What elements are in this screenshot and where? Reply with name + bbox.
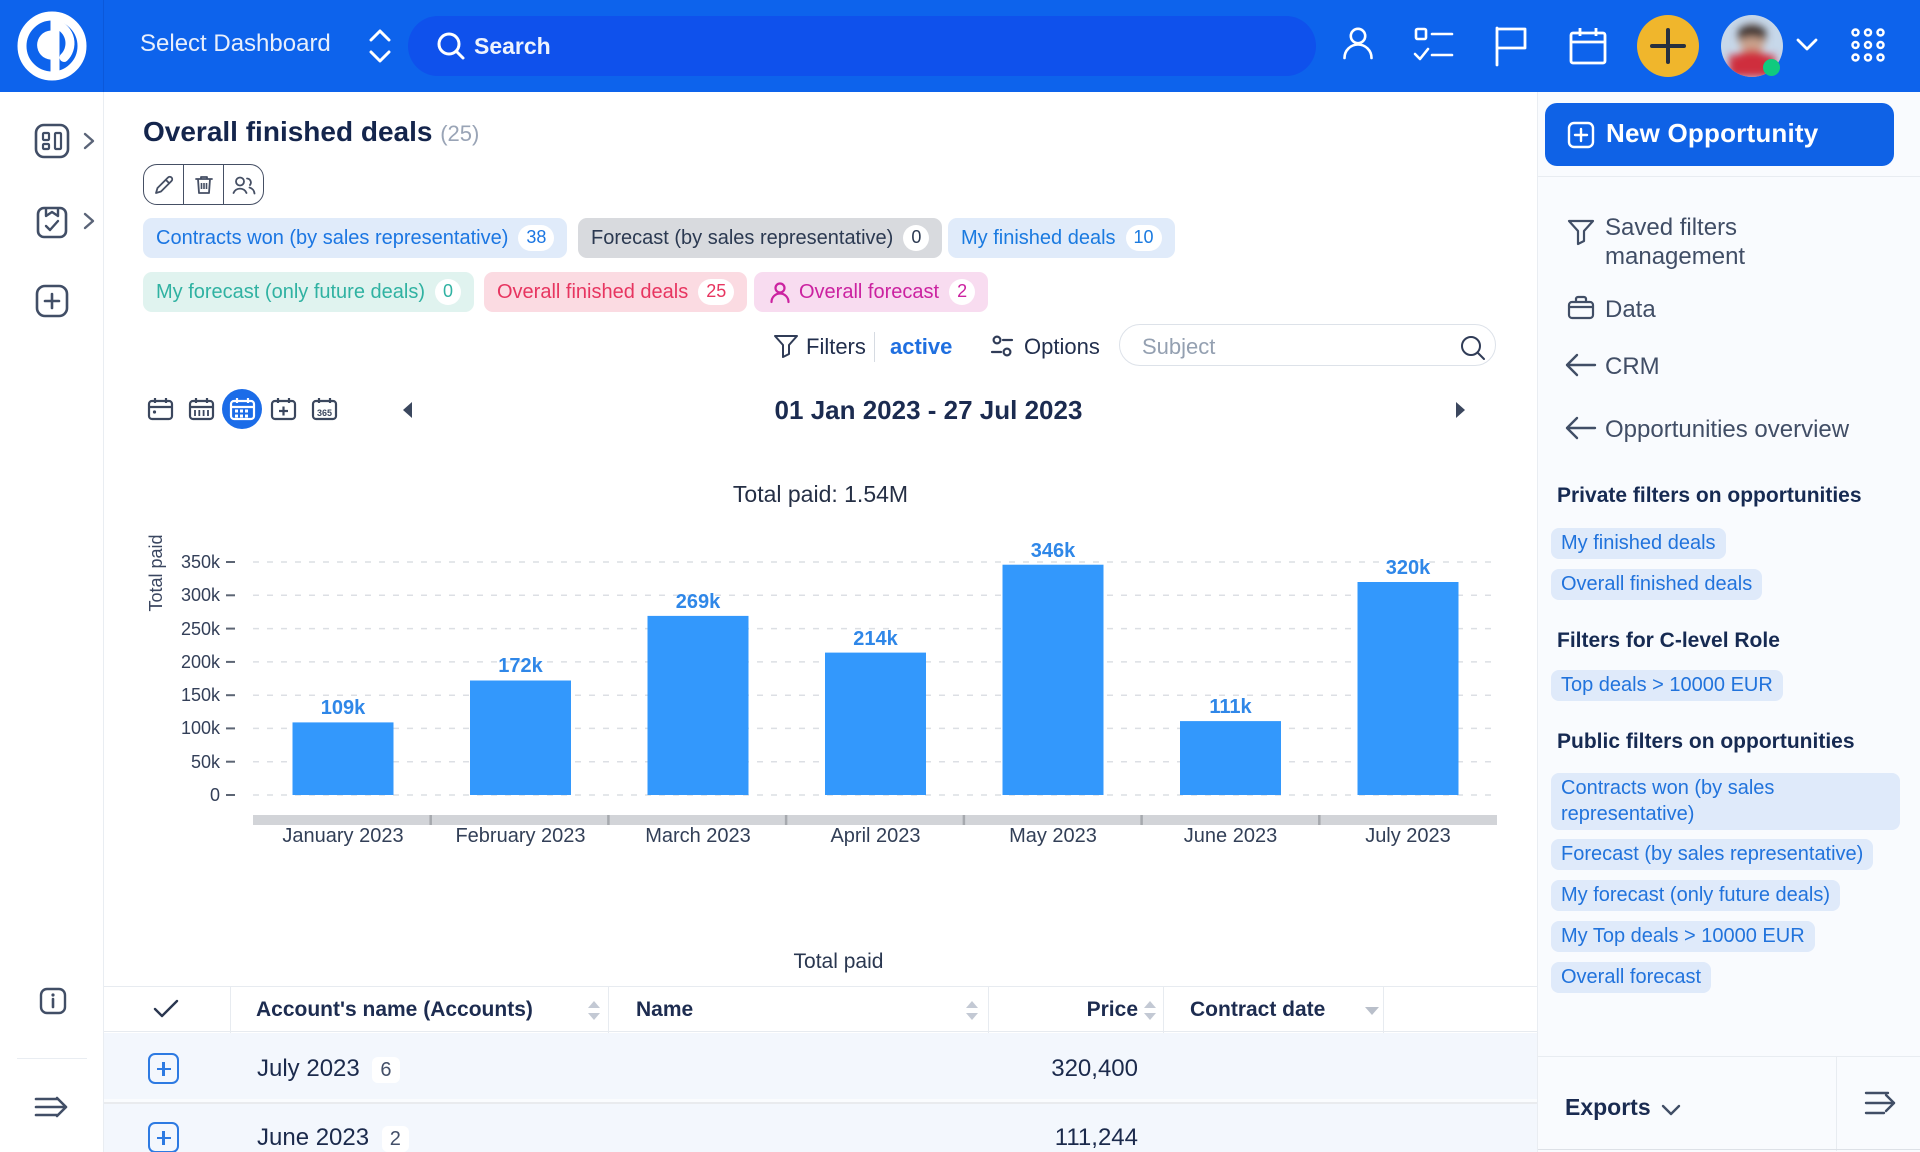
svg-text:January 2023: January 2023 xyxy=(282,825,403,847)
svg-text:350k: 350k xyxy=(181,552,221,572)
svg-text:May 2023: May 2023 xyxy=(1009,825,1097,847)
svg-text:June 2023: June 2023 xyxy=(1184,825,1277,847)
svg-text:50k: 50k xyxy=(191,752,221,772)
svg-text:July 2023: July 2023 xyxy=(1365,825,1451,847)
svg-text:100k: 100k xyxy=(181,718,221,738)
svg-text:111k: 111k xyxy=(1209,696,1252,718)
svg-text:109k: 109k xyxy=(321,697,366,719)
svg-text:March 2023: March 2023 xyxy=(645,825,751,847)
svg-text:300k: 300k xyxy=(181,585,221,605)
svg-text:0: 0 xyxy=(210,785,220,805)
svg-text:172k: 172k xyxy=(498,655,543,677)
svg-text:April 2023: April 2023 xyxy=(830,825,920,847)
svg-text:346k: 346k xyxy=(1031,540,1076,562)
svg-text:200k: 200k xyxy=(181,652,221,672)
svg-text:Total paid: Total paid xyxy=(146,534,166,611)
svg-text:250k: 250k xyxy=(181,619,221,639)
svg-text:214k: 214k xyxy=(853,628,898,650)
svg-text:February 2023: February 2023 xyxy=(455,825,585,847)
svg-text:320k: 320k xyxy=(1386,557,1431,579)
svg-text:150k: 150k xyxy=(181,685,221,705)
svg-text:269k: 269k xyxy=(676,591,721,613)
